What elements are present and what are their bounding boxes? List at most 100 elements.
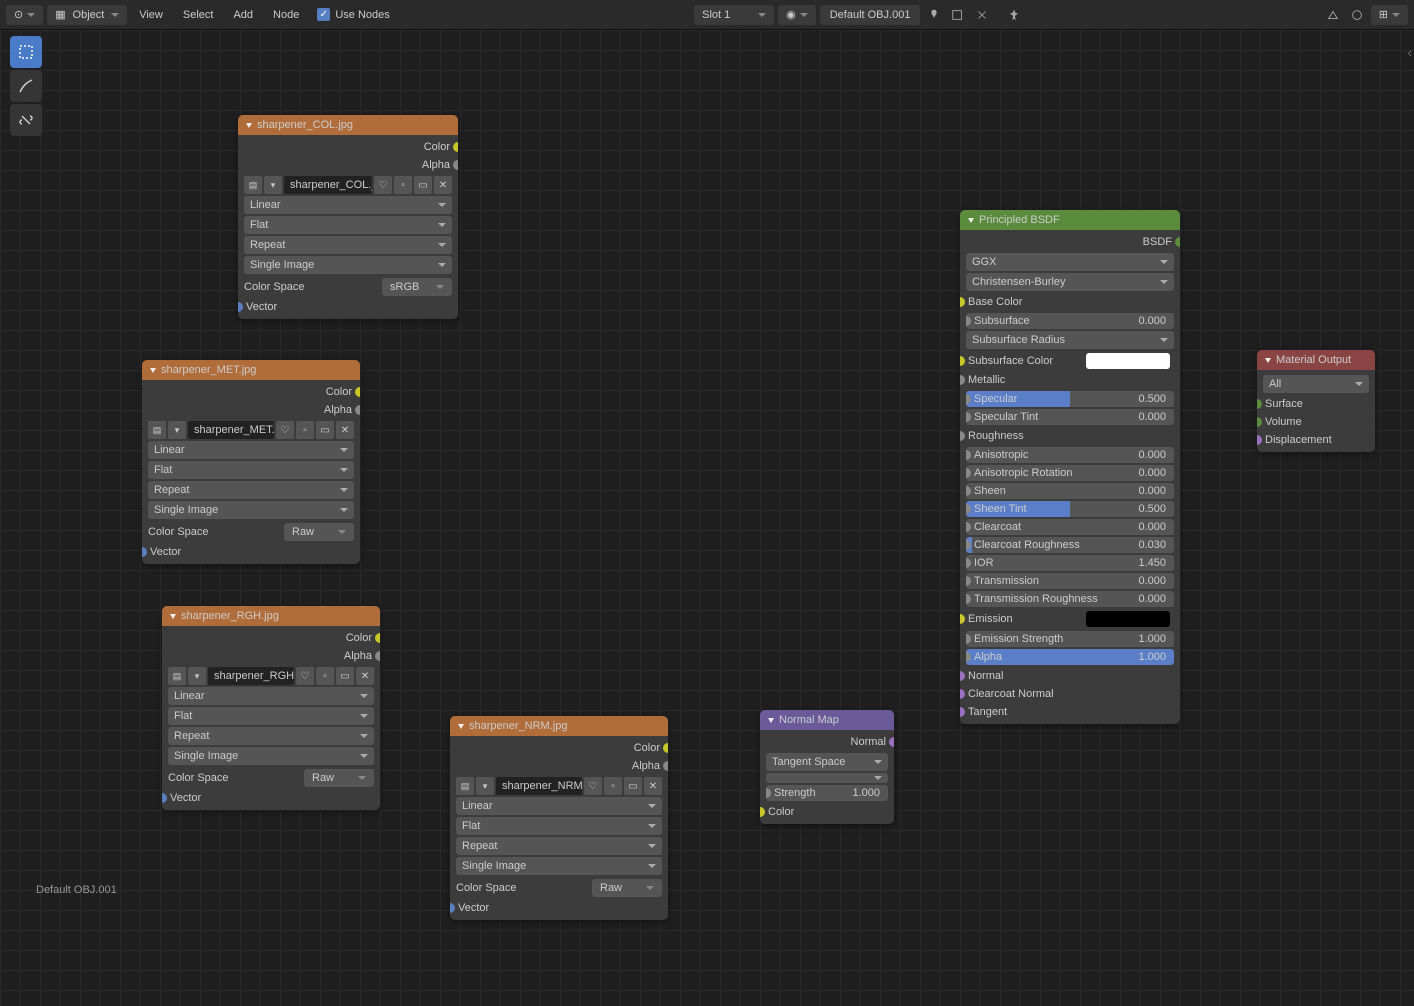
socket-volume[interactable] bbox=[1257, 417, 1262, 427]
unlink-image-icon[interactable]: ✕ bbox=[336, 421, 354, 439]
fake-user-icon[interactable]: ♡ bbox=[296, 667, 314, 685]
socket-clearcoat-normal[interactable] bbox=[960, 689, 965, 699]
extension-select[interactable]: Repeat bbox=[148, 481, 354, 499]
socket-sss-color[interactable] bbox=[960, 356, 965, 366]
transmission-slider[interactable]: Transmission0.000 bbox=[966, 573, 1174, 589]
ior-slider[interactable]: IOR1.450 bbox=[966, 555, 1174, 571]
transmission-roughness-slider[interactable]: Transmission Roughness0.000 bbox=[966, 591, 1174, 607]
projection-select[interactable]: Flat bbox=[244, 216, 452, 234]
extension-select[interactable]: Repeat bbox=[456, 837, 662, 855]
socket-vector[interactable] bbox=[142, 547, 147, 557]
pin-icon[interactable] bbox=[1004, 5, 1024, 25]
sheen-slider[interactable]: Sheen0.000 bbox=[966, 483, 1174, 499]
socket-color[interactable] bbox=[663, 743, 668, 753]
distribution-select[interactable]: GGX bbox=[966, 253, 1174, 271]
node-principled-bsdf[interactable]: Principled BSDF BSDF GGX Christensen-Bur… bbox=[960, 210, 1180, 724]
open-image-icon[interactable]: ▭ bbox=[316, 421, 334, 439]
socket-alpha[interactable] bbox=[355, 405, 360, 415]
unlink-icon[interactable] bbox=[972, 5, 992, 25]
menu-select[interactable]: Select bbox=[175, 6, 222, 24]
projection-select[interactable]: Flat bbox=[168, 707, 374, 725]
sheen-tint-slider[interactable]: Sheen Tint0.500 bbox=[966, 501, 1174, 517]
clearcoat-slider[interactable]: Clearcoat0.000 bbox=[966, 519, 1174, 535]
socket-base-color[interactable] bbox=[960, 297, 965, 307]
links-cut-tool[interactable] bbox=[10, 104, 42, 136]
socket-color[interactable] bbox=[355, 387, 360, 397]
use-nodes-checkbox[interactable]: ✓Use Nodes bbox=[311, 5, 395, 24]
extension-select[interactable]: Repeat bbox=[244, 236, 452, 254]
space-select[interactable]: Tangent Space bbox=[766, 753, 888, 771]
mode-dropdown[interactable]: ▦Object bbox=[47, 5, 127, 25]
interpolation-select[interactable]: Linear bbox=[148, 441, 354, 459]
new-image-icon[interactable]: ▫ bbox=[394, 176, 412, 194]
strength-slider[interactable]: Strength1.000 bbox=[766, 785, 888, 801]
node-header[interactable]: Principled BSDF bbox=[960, 210, 1180, 230]
menu-node[interactable]: Node bbox=[265, 6, 307, 24]
subsurface-slider[interactable]: Subsurface0.000 bbox=[966, 313, 1174, 329]
socket-normal[interactable] bbox=[889, 737, 894, 747]
alpha-slider[interactable]: Alpha1.000 bbox=[966, 649, 1174, 665]
menu-view[interactable]: View bbox=[131, 6, 171, 24]
open-image-icon[interactable]: ▭ bbox=[624, 777, 642, 795]
node-header[interactable]: Material Output bbox=[1257, 350, 1375, 370]
projection-select[interactable]: Flat bbox=[456, 817, 662, 835]
node-header[interactable]: Normal Map bbox=[760, 710, 894, 730]
socket-color[interactable] bbox=[453, 142, 458, 152]
new-image-icon[interactable]: ▫ bbox=[296, 421, 314, 439]
uvmap-select[interactable] bbox=[766, 773, 888, 783]
fake-user-icon[interactable]: ♡ bbox=[584, 777, 602, 795]
specular-tint-slider[interactable]: Specular Tint0.000 bbox=[966, 409, 1174, 425]
header-icon-2[interactable] bbox=[1347, 5, 1367, 25]
socket-roughness[interactable] bbox=[960, 431, 965, 441]
interpolation-select[interactable]: Linear bbox=[168, 687, 374, 705]
interpolation-select[interactable]: Linear bbox=[456, 797, 662, 815]
image-browse-icon[interactable]: ▤ bbox=[456, 777, 474, 795]
fake-user-icon[interactable]: ♡ bbox=[374, 176, 392, 194]
node-header[interactable]: sharpener_NRM.jpg bbox=[450, 716, 668, 736]
image-name[interactable]: sharpener_COL.j... bbox=[284, 176, 372, 194]
sss-method-select[interactable]: Christensen-Burley bbox=[966, 273, 1174, 291]
source-select[interactable]: Single Image bbox=[244, 256, 452, 274]
select-tool[interactable] bbox=[10, 36, 42, 68]
sidebar-toggle[interactable]: ‹ bbox=[1407, 44, 1412, 60]
socket-normal[interactable] bbox=[960, 671, 965, 681]
socket-alpha[interactable] bbox=[453, 160, 458, 170]
socket-alpha[interactable] bbox=[663, 761, 668, 771]
image-dropdown-icon[interactable]: ▾ bbox=[476, 777, 494, 795]
socket-vector[interactable] bbox=[450, 903, 455, 913]
extension-select[interactable]: Repeat bbox=[168, 727, 374, 745]
slot-dropdown[interactable]: Slot 1 bbox=[694, 5, 774, 25]
unlink-image-icon[interactable]: ✕ bbox=[434, 176, 452, 194]
emission-strength-slider[interactable]: Emission Strength1.000 bbox=[966, 631, 1174, 647]
fake-user-icon[interactable]: ♡ bbox=[276, 421, 294, 439]
image-browse-icon[interactable]: ▤ bbox=[148, 421, 166, 439]
socket-surface[interactable] bbox=[1257, 399, 1262, 409]
socket-vector[interactable] bbox=[238, 302, 243, 312]
new-material-icon[interactable] bbox=[948, 5, 968, 25]
open-image-icon[interactable]: ▭ bbox=[414, 176, 432, 194]
node-normal-map[interactable]: Normal Map Normal Tangent Space Strength… bbox=[760, 710, 894, 824]
projection-select[interactable]: Flat bbox=[148, 461, 354, 479]
overlay-dropdown[interactable]: ⊞ bbox=[1371, 5, 1408, 25]
specular-slider[interactable]: Specular0.500 bbox=[966, 391, 1174, 407]
socket-alpha[interactable] bbox=[375, 651, 380, 661]
image-browse-icon[interactable]: ▤ bbox=[244, 176, 262, 194]
unlink-image-icon[interactable]: ✕ bbox=[356, 667, 374, 685]
anisotropic-slider[interactable]: Anisotropic0.000 bbox=[966, 447, 1174, 463]
new-image-icon[interactable]: ▫ bbox=[604, 777, 622, 795]
new-image-icon[interactable]: ▫ bbox=[316, 667, 334, 685]
node-image-texture-met[interactable]: sharpener_MET.jpg Color Alpha ▤▾sharpene… bbox=[142, 360, 360, 564]
socket-emission[interactable] bbox=[960, 614, 965, 624]
header-icon-1[interactable] bbox=[1323, 5, 1343, 25]
source-select[interactable]: Single Image bbox=[168, 747, 374, 765]
image-name[interactable]: sharpener_MET.j... bbox=[188, 421, 274, 439]
node-header[interactable]: sharpener_MET.jpg bbox=[142, 360, 360, 380]
node-material-output[interactable]: Material Output All Surface Volume Displ… bbox=[1257, 350, 1375, 452]
image-browse-icon[interactable]: ▤ bbox=[168, 667, 186, 685]
socket-color[interactable] bbox=[760, 807, 765, 817]
annotate-tool[interactable] bbox=[10, 70, 42, 102]
source-select[interactable]: Single Image bbox=[456, 857, 662, 875]
material-browse[interactable]: ◉ bbox=[778, 5, 816, 25]
interpolation-select[interactable]: Linear bbox=[244, 196, 452, 214]
socket-vector[interactable] bbox=[162, 793, 167, 803]
